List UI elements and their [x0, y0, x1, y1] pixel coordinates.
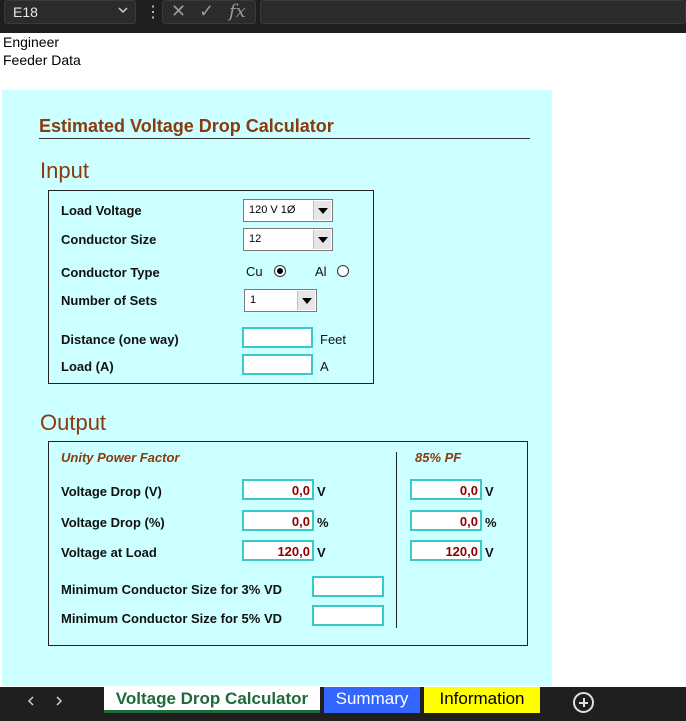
load-voltage-value: 120 V 1Ø — [249, 204, 296, 216]
name-box[interactable]: E18 — [4, 0, 136, 24]
formula-buttons: ✕ ✓ fx — [162, 0, 256, 24]
unity-vload-unit: V — [317, 545, 326, 560]
cell-feeder-data[interactable]: Feeder Data — [3, 52, 81, 68]
unity-vd-value: 0,0 — [242, 479, 314, 500]
al-label: Al — [315, 264, 327, 279]
min-size-5pct-value — [312, 605, 384, 626]
unity-vd-pct-value: 0,0 — [242, 510, 314, 531]
name-box-value: E18 — [13, 4, 38, 20]
conductor-size-dropdown[interactable]: 12 — [243, 228, 333, 251]
input-heading: Input — [40, 158, 89, 183]
chevron-down-icon[interactable] — [313, 201, 331, 220]
chevron-down-icon[interactable] — [297, 291, 315, 310]
sets-value: 1 — [250, 294, 257, 306]
distance-unit: Feet — [320, 332, 347, 347]
tab-information[interactable]: Information — [424, 687, 540, 713]
pf85-vload-unit: V — [485, 545, 494, 560]
unity-pct-unit: % — [317, 515, 329, 530]
pf85-vd-value: 0,0 — [410, 479, 482, 500]
output-box: Unity Power Factor 85% PF Voltage Drop (… — [48, 441, 528, 646]
unity-vload-value: 120,0 — [242, 540, 314, 561]
cell-engineer[interactable]: Engineer — [3, 34, 59, 50]
title-underline — [39, 138, 530, 139]
conductor-size-label: Conductor Size — [61, 232, 157, 247]
load-voltage-dropdown[interactable]: 120 V 1Ø — [243, 199, 333, 222]
enter-icon[interactable]: ✓ — [199, 1, 214, 22]
chevron-down-icon[interactable] — [117, 4, 129, 19]
calculator-panel: Estimated Voltage Drop Calculator Input … — [2, 90, 552, 686]
sets-label: Number of Sets — [61, 293, 158, 308]
conductor-size-value: 12 — [249, 233, 262, 245]
chevron-down-icon[interactable] — [313, 230, 331, 249]
min-size-5pct-label: Minimum Conductor Size for 5% VD — [61, 611, 283, 626]
voltage-drop-pct-label: Voltage Drop (%) — [61, 515, 165, 530]
load-label: Load (A) — [61, 359, 114, 374]
load-unit: A — [320, 359, 329, 374]
sets-dropdown[interactable]: 1 — [244, 289, 317, 312]
function-icon[interactable]: fx — [229, 1, 246, 22]
column-divider — [396, 452, 397, 628]
al-radio[interactable] — [337, 265, 349, 277]
distance-label: Distance (one way) — [61, 332, 179, 347]
load-voltage-label: Load Voltage — [61, 203, 142, 218]
cu-label: Cu — [246, 264, 263, 279]
pf85-vd-unit: V — [485, 484, 494, 499]
spreadsheet-window: E18 ⋮ ✕ ✓ fx Engineer Feeder Data Estima… — [0, 0, 686, 721]
plus-circle-icon[interactable] — [573, 692, 594, 713]
voltage-at-load-label: Voltage at Load — [61, 545, 157, 560]
cu-radio[interactable] — [274, 265, 286, 277]
input-box: Load Voltage 120 V 1Ø Conductor Size 12 … — [48, 190, 374, 384]
calculator-title: Estimated Voltage Drop Calculator — [39, 116, 334, 136]
formula-input[interactable] — [260, 0, 686, 24]
cancel-icon[interactable]: ✕ — [171, 1, 186, 22]
sheet-tab-bar: Voltage Drop Calculator Summary Informat… — [0, 687, 686, 721]
voltage-drop-v-label: Voltage Drop (V) — [61, 484, 162, 499]
pf85-pct-unit: % — [485, 515, 497, 530]
pf85-header: 85% PF — [415, 450, 462, 465]
conductor-type-label: Conductor Type — [61, 265, 160, 280]
unity-vd-unit: V — [317, 484, 326, 499]
load-input[interactable] — [242, 354, 313, 375]
formula-bar: E18 ⋮ ✕ ✓ fx — [0, 0, 686, 33]
tab-summary[interactable]: Summary — [324, 687, 420, 713]
min-size-3pct-value — [312, 576, 384, 597]
output-heading: Output — [40, 410, 107, 435]
pf85-vd-pct-value: 0,0 — [410, 510, 482, 531]
pf85-vload-value: 120,0 — [410, 540, 482, 561]
next-sheet-icon[interactable] — [54, 695, 64, 710]
tab-voltage-drop-calculator[interactable]: Voltage Drop Calculator — [104, 687, 320, 713]
min-size-3pct-label: Minimum Conductor Size for 3% VD — [61, 582, 283, 597]
vertical-ellipsis-icon[interactable]: ⋮ — [145, 2, 161, 22]
distance-input[interactable] — [242, 327, 313, 348]
prev-sheet-icon[interactable] — [26, 695, 36, 710]
unity-pf-header: Unity Power Factor — [61, 450, 180, 465]
